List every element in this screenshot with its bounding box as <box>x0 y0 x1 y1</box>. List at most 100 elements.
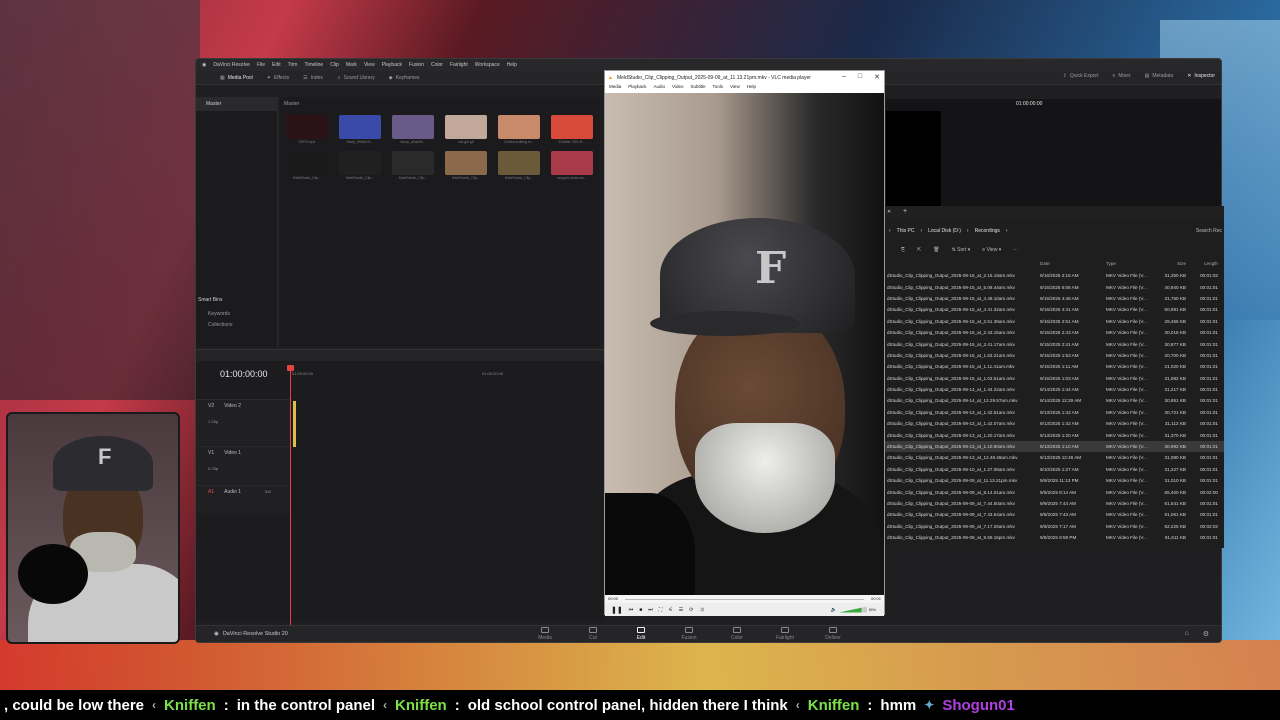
menu-trim[interactable]: Trim <box>288 62 298 68</box>
file-row[interactable]: dStudio_Clip_Clipping_Output_2025-09-09_… <box>885 498 1224 509</box>
file-row[interactable]: dStudio_Clip_Clipping_Output_2025-09-13_… <box>885 452 1224 463</box>
close-tab-icon[interactable]: ✕ <box>887 209 891 215</box>
menu-color[interactable]: Color <box>431 62 443 68</box>
file-row[interactable]: dStudio_Clip_Clipping_Output_2025-09-15_… <box>885 293 1224 304</box>
menu-view[interactable]: View <box>364 62 375 68</box>
file-row[interactable]: dStudio_Clip_Clipping_Output_2025-09-09_… <box>885 475 1224 486</box>
file-row[interactable]: dStudio_Clip_Clipping_Output_2025-09-13_… <box>885 418 1224 429</box>
file-row[interactable]: dStudio_Clip_Clipping_Output_2025-09-15_… <box>885 350 1224 361</box>
page-fusion[interactable]: Fusion <box>680 627 698 641</box>
media-thumbnail[interactable] <box>286 151 328 175</box>
metadata-button[interactable]: ▤ Metadata <box>1145 73 1174 79</box>
quick-export-button[interactable]: ⇪ Quick Export <box>1063 73 1099 79</box>
smart-bin-collections[interactable]: Collections <box>208 322 232 328</box>
media-thumbnail[interactable] <box>286 115 328 139</box>
breadcrumb-recordings[interactable]: Recordings <box>975 228 1000 234</box>
pause-icon[interactable]: ❚❚ <box>611 606 623 614</box>
volume-slider[interactable] <box>838 606 867 613</box>
minimize-icon[interactable]: – <box>842 73 846 81</box>
column-length[interactable]: Length <box>1186 261 1218 270</box>
next-icon[interactable]: ⏭ <box>648 607 653 613</box>
media-thumbnail[interactable] <box>339 151 381 175</box>
vlc-menu-help[interactable]: Help <box>747 84 756 93</box>
timeline-clip[interactable] <box>293 401 296 447</box>
playlist-icon[interactable]: ☰ <box>679 607 683 613</box>
vlc-menu-media[interactable]: Media <box>609 84 621 93</box>
extended-settings-icon[interactable]: ⚟ <box>668 607 672 613</box>
file-row[interactable]: dStudio_Clip_Clipping_Output_2025-09-15_… <box>885 338 1224 349</box>
vlc-menu-subtitle[interactable]: Subtitle <box>690 84 705 93</box>
menu-timeline[interactable]: Timeline <box>304 62 323 68</box>
index-button[interactable]: ☰ Index <box>303 75 323 81</box>
media-thumbnail[interactable] <box>498 115 540 139</box>
breadcrumb-this-pc[interactable]: This PC <box>897 228 915 234</box>
media-thumbnail[interactable] <box>339 115 381 139</box>
file-row[interactable]: dStudio_Clip_Clipping_Output_2025-09-15_… <box>885 304 1224 315</box>
column-type[interactable]: Type <box>1106 261 1156 270</box>
vlc-menu-view[interactable]: View <box>730 84 740 93</box>
menu-fairlight[interactable]: Fairlight <box>450 62 468 68</box>
page-color[interactable]: Color <box>728 627 746 641</box>
file-row[interactable]: dStudio_Clip_Clipping_Output_2025-09-16_… <box>885 270 1224 281</box>
page-media[interactable]: Media <box>536 627 554 641</box>
maximize-icon[interactable]: □ <box>858 73 862 81</box>
home-icon[interactable]: ⌂ <box>1184 630 1188 638</box>
page-fairlight[interactable]: Fairlight <box>776 627 794 641</box>
column-date[interactable]: Date <box>1040 261 1106 270</box>
seek-track[interactable] <box>625 599 864 600</box>
smart-bin-keywords[interactable]: Keywords <box>208 311 230 317</box>
media-thumbnail[interactable] <box>392 115 434 139</box>
media-thumbnail[interactable] <box>445 151 487 175</box>
file-row[interactable]: dStudio_Clip_Clipping_Output_2025-09-13_… <box>885 407 1224 418</box>
file-row[interactable]: dStudio_Clip_Clipping_Output_2025-09-13_… <box>885 440 1224 453</box>
file-row[interactable]: dStudio_Clip_Clipping_Output_2025-09-09_… <box>885 509 1224 520</box>
media-pool-button[interactable]: ▦ Media Pool <box>220 75 253 81</box>
rename-icon[interactable]: ⎘ <box>901 247 905 253</box>
menu-file[interactable]: File <box>257 62 265 68</box>
sound-library-button[interactable]: ♫ Sound Library <box>337 75 375 81</box>
media-thumbnail[interactable] <box>498 151 540 175</box>
bin-master[interactable]: Master <box>196 97 277 111</box>
effects-button[interactable]: ✦ Effects <box>267 75 289 81</box>
file-row[interactable]: dStudio_Clip_Clipping_Output_2025-09-15_… <box>885 361 1224 372</box>
media-thumbnail[interactable] <box>551 151 593 175</box>
menu-clip[interactable]: Clip <box>330 62 339 68</box>
file-row[interactable]: dStudio_Clip_Clipping_Output_2025-09-14_… <box>885 395 1224 406</box>
media-thumbnail[interactable] <box>445 115 487 139</box>
media-thumbnail[interactable] <box>392 151 434 175</box>
file-row[interactable]: dStudio_Clip_Clipping_Output_2025-09-15_… <box>885 373 1224 384</box>
file-row[interactable]: dStudio_Clip_Clipping_Output_2025-09-10_… <box>885 464 1224 475</box>
explorer-search[interactable]: Search Rec <box>1196 228 1222 234</box>
track-header-a1[interactable]: A1 Audio 1 2.0 <box>196 485 291 513</box>
file-row[interactable]: dStudio_Clip_Clipping_Output_2025-09-08_… <box>885 532 1224 543</box>
page-cut[interactable]: Cut <box>584 627 602 641</box>
vlc-menu-video[interactable]: Video <box>672 84 683 93</box>
shuffle-icon[interactable]: ⤨ <box>699 607 703 613</box>
file-row[interactable]: dStudio_Clip_Clipping_Output_2025-09-13_… <box>885 429 1224 440</box>
menu-playback[interactable]: Playback <box>382 62 402 68</box>
mixer-button[interactable]: ≡ Mixer <box>1112 73 1130 79</box>
page-edit[interactable]: Edit <box>632 627 650 641</box>
sort-button[interactable]: ⇅ Sort ▾ <box>952 247 971 253</box>
menu-workspace[interactable]: Workspace <box>475 62 500 68</box>
stop-icon[interactable]: ■ <box>639 607 642 613</box>
vlc-menu-audio[interactable]: Audio <box>654 84 666 93</box>
previous-icon[interactable]: ⏮ <box>629 607 634 613</box>
delete-icon[interactable]: 🗑 <box>933 247 939 253</box>
menu-help[interactable]: Help <box>507 62 517 68</box>
inspector-button[interactable]: ✕ Inspector <box>1187 73 1215 79</box>
menu-mark[interactable]: Mark <box>346 62 357 68</box>
loop-icon[interactable]: ⟳ <box>689 607 693 613</box>
vlc-video-area[interactable]: F <box>605 93 884 595</box>
file-row[interactable]: dStudio_Clip_Clipping_Output_2025-09-09_… <box>885 521 1224 532</box>
playhead[interactable] <box>290 367 291 629</box>
file-row[interactable]: dStudio_Clip_Clipping_Output_2025-09-15_… <box>885 281 1224 292</box>
column-name[interactable] <box>885 261 1040 270</box>
page-deliver[interactable]: Deliver <box>824 627 842 641</box>
column-size[interactable]: Size <box>1156 261 1186 270</box>
volume-control[interactable]: 🔈 80% <box>831 606 876 613</box>
new-tab-icon[interactable]: + <box>903 208 907 215</box>
breadcrumb-local-disk[interactable]: Local Disk (D:) <box>928 228 961 234</box>
explorer-address-bar[interactable]: › This PC › Local Disk (D:) › Recordings… <box>885 224 1224 237</box>
track-header-v2[interactable]: V2 Video 2 1 Clip <box>196 399 291 445</box>
